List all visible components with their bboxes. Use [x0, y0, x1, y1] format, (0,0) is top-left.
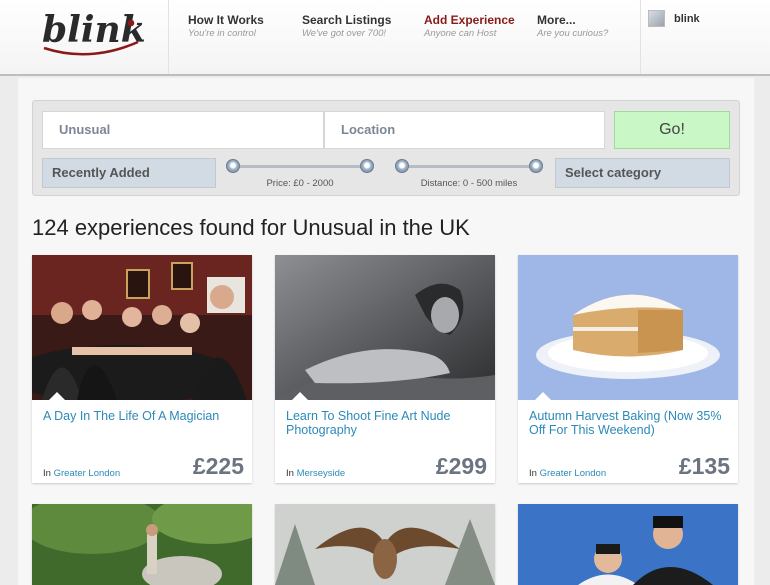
experience-card[interactable]	[275, 504, 495, 585]
nav-subtitle: You're in control	[188, 28, 256, 39]
nav-divider	[640, 0, 641, 74]
card-location: In Greater London	[529, 468, 606, 479]
experience-photo[interactable]	[32, 255, 252, 400]
location-link[interactable]: Greater London	[540, 468, 607, 479]
location-prefix: In	[43, 468, 51, 479]
nav-subtitle: Anyone can Host	[424, 28, 497, 39]
distance-range-label: Distance: 0 - 500 miles	[420, 178, 518, 189]
location-prefix: In	[286, 468, 294, 479]
nav-add-experience[interactable]: Add Experience Anyone can Host	[424, 13, 515, 39]
nav-label: How It Works	[188, 13, 264, 27]
card-title[interactable]: Autumn Harvest Baking (Now 35% Off For T…	[529, 409, 729, 437]
nav-subtitle: Are you curious?	[537, 28, 609, 39]
nav-label: Add Experience	[424, 13, 515, 27]
card-price: £135	[678, 453, 730, 479]
location-input[interactable]: Location	[324, 111, 605, 149]
card-notch	[534, 392, 552, 400]
user-avatar[interactable]	[648, 10, 665, 27]
experience-photo[interactable]	[275, 504, 495, 585]
card-notch	[291, 392, 309, 400]
nav-label: More...	[537, 13, 576, 27]
keyword-input[interactable]: Unusual	[42, 111, 324, 149]
experience-photo[interactable]	[518, 504, 738, 585]
nav-label: Search Listings	[302, 13, 392, 27]
experience-photo[interactable]	[518, 255, 738, 400]
card-title[interactable]: A Day In The Life Of A Magician	[43, 409, 243, 423]
card-price: £299	[435, 453, 487, 479]
blink-logo[interactable]: blink	[40, 8, 146, 60]
price-slider[interactable]: Price: £0 - 2000	[226, 159, 374, 189]
main-content: Unusual Location Go! Recently Added Pric…	[18, 78, 754, 585]
go-button[interactable]: Go!	[614, 111, 730, 149]
slider-track	[401, 165, 537, 168]
search-panel: Unusual Location Go! Recently Added Pric…	[32, 100, 740, 196]
card-price: £225	[192, 453, 244, 479]
location-prefix: In	[529, 468, 537, 479]
card-notch	[48, 392, 66, 400]
experience-photo[interactable]	[275, 255, 495, 400]
price-max-handle[interactable]	[360, 159, 374, 173]
sort-select[interactable]: Recently Added	[42, 158, 216, 188]
experience-card[interactable]: A Day In The Life Of A Magician In Great…	[32, 255, 252, 483]
card-location: In Merseyside	[286, 468, 345, 479]
distance-slider[interactable]: Distance: 0 - 500 miles	[395, 159, 543, 189]
experience-card[interactable]	[32, 504, 252, 585]
site-header: blink How It Works You're in control Sea…	[0, 0, 770, 76]
price-min-handle[interactable]	[226, 159, 240, 173]
nav-more[interactable]: More... Are you curious?	[537, 13, 608, 39]
location-link[interactable]: Greater London	[54, 468, 121, 479]
username: blink	[674, 12, 700, 25]
price-range-label: Price: £0 - 2000	[266, 178, 334, 189]
distance-min-handle[interactable]	[395, 159, 409, 173]
user-menu[interactable]: blink	[648, 10, 700, 27]
nav-subtitle: We've got over 700!	[302, 28, 387, 39]
slider-track	[232, 165, 368, 168]
nav-divider	[168, 0, 169, 74]
category-select[interactable]: Select category	[555, 158, 730, 188]
nav-how-it-works[interactable]: How It Works You're in control	[188, 13, 264, 39]
experience-card[interactable]: Learn To Shoot Fine Art Nude Photography…	[275, 255, 495, 483]
experience-card[interactable]: Autumn Harvest Baking (Now 35% Off For T…	[518, 255, 738, 483]
location-link[interactable]: Merseyside	[297, 468, 346, 479]
experience-card[interactable]	[518, 504, 738, 585]
results-heading: 124 experiences found for Unusual in the…	[32, 215, 470, 240]
card-location: In Greater London	[43, 468, 120, 479]
distance-max-handle[interactable]	[529, 159, 543, 173]
experience-photo[interactable]	[32, 504, 252, 585]
card-title[interactable]: Learn To Shoot Fine Art Nude Photography	[286, 409, 486, 437]
nav-search-listings[interactable]: Search Listings We've got over 700!	[302, 13, 391, 39]
